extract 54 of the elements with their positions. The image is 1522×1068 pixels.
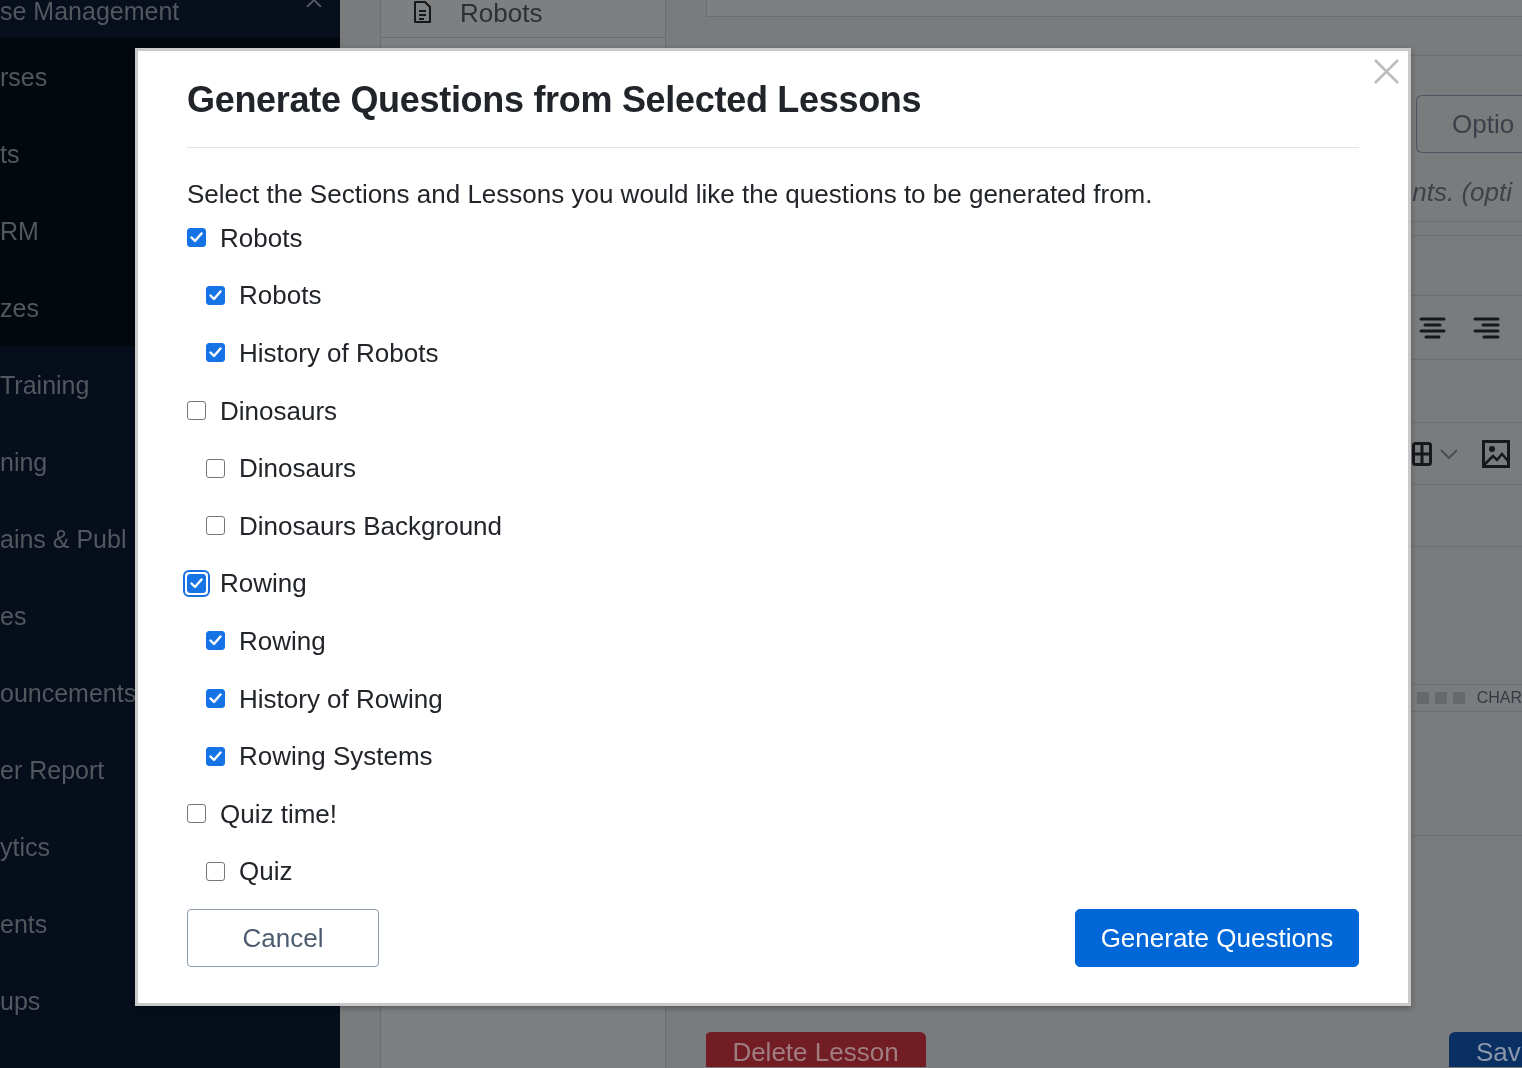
lesson-item[interactable]: Robots (460, 0, 543, 27)
sidebar-item[interactable]: ouncements (0, 677, 137, 708)
section-label[interactable]: Rowing (220, 568, 307, 599)
sidebar-title: se Management (0, 0, 180, 24)
lesson-label[interactable]: History of Rowing (239, 683, 443, 714)
section-label[interactable]: Robots (220, 222, 303, 253)
delete-button[interactable]: Delete Lesson (706, 1032, 926, 1067)
checkbox[interactable] (206, 285, 225, 305)
close-icon[interactable] (306, 0, 322, 7)
cancel-button[interactable]: Cancel (187, 909, 379, 968)
checkbox[interactable] (206, 689, 225, 709)
sidebar-item[interactable]: ups (0, 985, 41, 1016)
sidebar-item[interactable]: ning (0, 446, 48, 477)
checkbox[interactable] (206, 343, 225, 363)
checkbox[interactable] (206, 516, 225, 536)
lesson-label[interactable]: Rowing Systems (239, 741, 433, 772)
status-text: CHAR (1476, 688, 1522, 708)
checkbox[interactable] (206, 861, 225, 881)
instructions-text: Select the Sections and Lessons you would like the questions to be generated from. (187, 179, 1154, 209)
section-label[interactable]: Dinosaurs (220, 395, 338, 426)
lesson-label[interactable]: History of Robots (239, 338, 439, 368)
lesson-label[interactable]: Rowing (239, 625, 326, 656)
checkbox[interactable] (187, 401, 206, 421)
image-icon[interactable] (1482, 439, 1510, 468)
sidebar-item[interactable]: ains & Publ (0, 523, 127, 554)
align-center-icon[interactable] (1419, 316, 1446, 339)
options-button[interactable]: Optio (1416, 95, 1522, 153)
sidebar-item[interactable]: er Report (0, 754, 105, 785)
align-right-icon[interactable] (1473, 316, 1500, 339)
checkbox[interactable] (206, 746, 225, 766)
checkbox[interactable] (206, 458, 225, 478)
lesson-label[interactable]: Dinosaurs Background (239, 510, 503, 541)
document-icon (413, 1, 432, 23)
sidebar-item[interactable]: es (0, 600, 27, 631)
checkbox[interactable] (206, 631, 225, 651)
save-button[interactable]: Sav (1449, 1032, 1522, 1067)
generate-button[interactable]: Generate Questions (1075, 909, 1359, 968)
sidebar-item[interactable]: zes (0, 292, 39, 323)
modal-title: Generate Questions from Selected Lessons (187, 78, 923, 122)
sidebar-item[interactable]: ytics (0, 831, 50, 862)
checkbox[interactable] (187, 228, 206, 248)
table-icon[interactable] (1412, 441, 1432, 466)
lesson-label[interactable]: Robots (239, 280, 322, 311)
checkbox[interactable] (187, 573, 206, 593)
sidebar-item[interactable]: ents (0, 908, 48, 939)
sidebar-item[interactable]: ts (0, 138, 20, 169)
lesson-label[interactable]: Dinosaurs (239, 453, 357, 484)
sidebar-item[interactable]: rses (0, 61, 48, 92)
section-label[interactable]: Quiz time! (220, 798, 338, 829)
sidebar-item[interactable]: RM (0, 215, 39, 246)
lesson-label[interactable]: Quiz (239, 856, 293, 887)
checkbox[interactable] (187, 804, 206, 824)
hint-text: nts. (opti (1412, 177, 1512, 209)
sidebar-item[interactable]: Training (0, 369, 90, 400)
